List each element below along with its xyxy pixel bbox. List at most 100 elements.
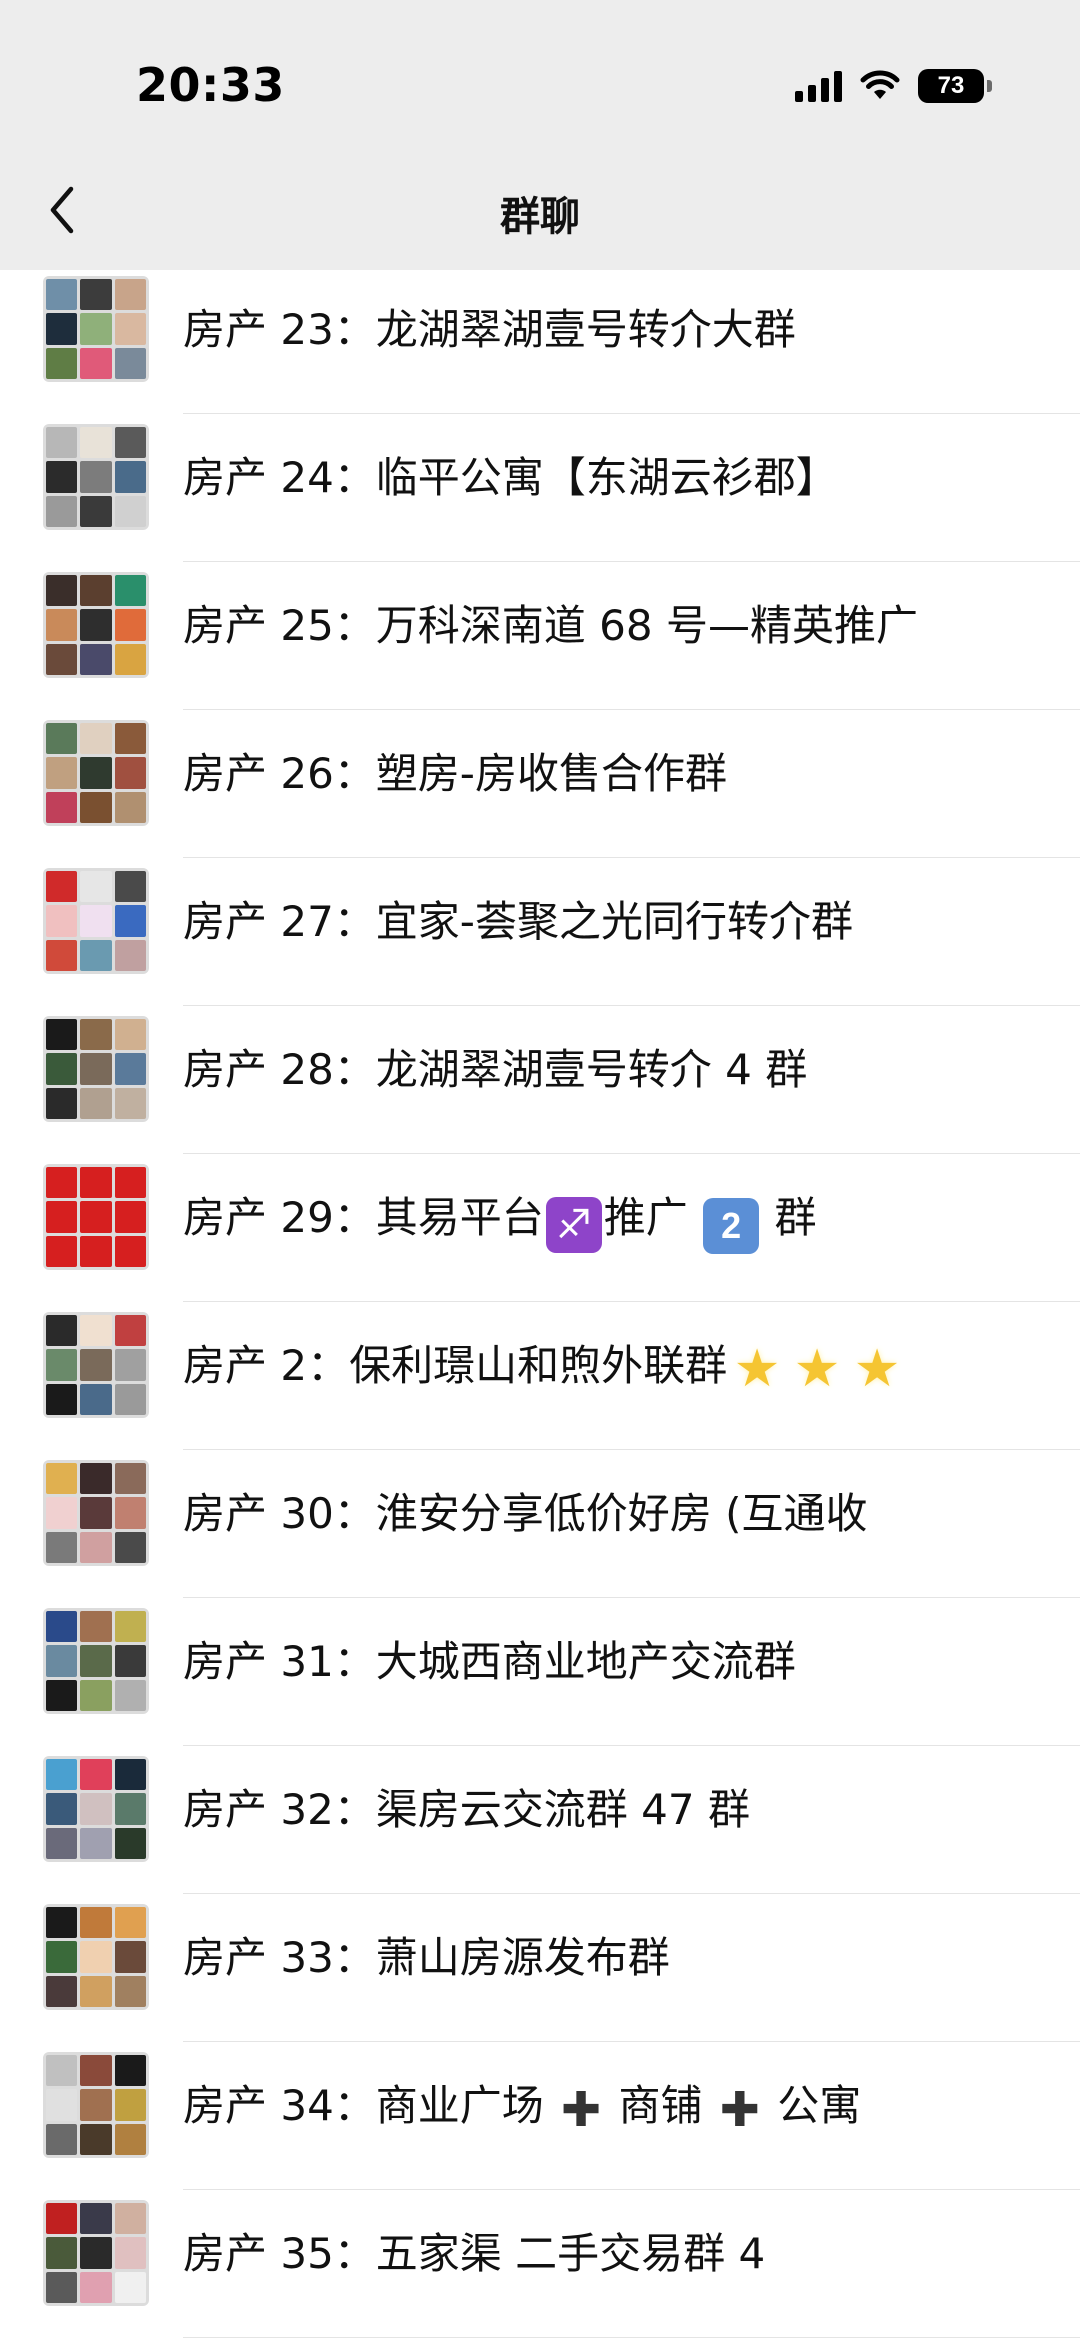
group-chat-row[interactable]: 房产 23：龙湖翠湖壹号转介大群 (0, 270, 1080, 414)
member-avatar-thumb (46, 2089, 78, 2121)
group-chat-row[interactable]: 房产 35：五家渠 二手交易群 4 (0, 2190, 1080, 2338)
member-avatar-thumb (80, 575, 112, 607)
member-avatar-thumb (46, 1349, 78, 1381)
group-chat-name-text: 房产 29：其易平台 (183, 1193, 544, 1242)
group-chat-row[interactable]: 房产 2：保利璟山和煦外联群 ★ ★ ★ (0, 1302, 1080, 1450)
member-avatar-thumb (114, 1759, 146, 1791)
member-avatar-thumb (46, 791, 78, 823)
member-avatar-thumb (114, 495, 146, 527)
star-emoji-icon: ★ (733, 1339, 781, 1399)
group-chat-row[interactable]: 房产 30：淮安分享低价好房 (互通收 (0, 1450, 1080, 1598)
member-avatar-thumb (114, 1019, 146, 1051)
member-avatar-thumb (114, 643, 146, 675)
status-icons: 73 (795, 64, 992, 108)
group-chat-row[interactable]: 房产 25：万科深南道 68 号—精英推广 (0, 562, 1080, 710)
member-avatar-thumb (80, 905, 112, 937)
group-chat-name-text: 房产 27：宜家-荟聚之光同行转介群 (183, 897, 853, 946)
member-avatar-thumb (46, 427, 78, 459)
member-avatar-thumb (46, 2237, 78, 2269)
group-chat-name-text: 房产 23：龙湖翠湖壹号转介大群 (183, 305, 796, 354)
member-avatar-thumb (114, 1679, 146, 1711)
member-avatar-thumb (114, 609, 146, 641)
group-chat-name: 房产 33：萧山房源发布群 (183, 1930, 670, 1986)
group-chat-name-text: 房产 25：万科深南道 68 号—精英推广 (183, 601, 918, 650)
member-avatar-thumb (80, 871, 112, 903)
star-emoji-icon: ★ (853, 1339, 901, 1399)
member-avatar-thumb (80, 609, 112, 641)
member-avatar-thumb (80, 643, 112, 675)
member-avatar-thumb (80, 1315, 112, 1347)
group-avatar (43, 572, 149, 678)
member-avatar-thumb (46, 1531, 78, 1563)
member-avatar-thumb (114, 1053, 146, 1085)
group-chat-name-text: 房产 31：大城西商业地产交流群 (183, 1637, 796, 1686)
group-chat-row[interactable]: 房产 26：塑房-房收售合作群 (0, 710, 1080, 858)
member-avatar-thumb (46, 1315, 78, 1347)
member-avatar-thumb (80, 2055, 112, 2087)
group-chat-name: 房产 28：龙湖翠湖壹号转介 4 群 (183, 1042, 807, 1098)
group-chat-row[interactable]: 房产 31：大城西商业地产交流群 (0, 1598, 1080, 1746)
member-avatar-thumb (46, 1759, 78, 1791)
member-avatar-thumb (80, 1759, 112, 1791)
star-emoji-icon: ★ (793, 1339, 841, 1399)
member-avatar-thumb (46, 1087, 78, 1119)
group-avatar (43, 424, 149, 530)
group-chat-row[interactable]: 房产 34：商业广场 ✚ 商铺 ✚ 公寓 (0, 2042, 1080, 2190)
member-avatar-thumb (46, 461, 78, 493)
member-avatar-thumb (46, 1611, 78, 1643)
member-avatar-thumb (80, 1975, 112, 2007)
group-avatar (43, 1904, 149, 2010)
member-avatar-thumb (114, 1793, 146, 1825)
member-avatar-thumb (46, 1463, 78, 1495)
member-avatar-thumb (80, 1383, 112, 1415)
member-avatar-thumb (80, 1463, 112, 1495)
member-avatar-thumb (46, 643, 78, 675)
member-avatar-thumb (80, 2237, 112, 2269)
group-chat-row[interactable]: 房产 28：龙湖翠湖壹号转介 4 群 (0, 1006, 1080, 1154)
member-avatar-thumb (46, 609, 78, 641)
group-chat-row[interactable]: 房产 32：渠房云交流群 47 群 (0, 1746, 1080, 1894)
member-avatar-thumb (80, 1531, 112, 1563)
group-avatar (43, 276, 149, 382)
member-avatar-thumb (46, 1907, 78, 1939)
member-avatar-thumb (80, 347, 112, 379)
member-avatar-thumb (80, 495, 112, 527)
member-avatar-thumb (80, 313, 112, 345)
member-avatar-thumb (46, 2055, 78, 2087)
member-avatar-thumb (46, 1975, 78, 2007)
group-chat-name-text: 公寓 (763, 2081, 862, 2130)
member-avatar-thumb (114, 1941, 146, 1973)
group-chat-name: 房产 2：保利璟山和煦外联群 ★ ★ ★ (183, 1338, 907, 1397)
member-avatar-thumb (46, 347, 78, 379)
group-chat-name-text: 房产 24：临平公寓【东湖云衫郡】 (183, 453, 838, 502)
group-chat-row[interactable]: 房产 29：其易平台 ♐ 推广 2 群 (0, 1154, 1080, 1302)
member-avatar-thumb (80, 1019, 112, 1051)
member-avatar-thumb (46, 1645, 78, 1677)
member-avatar-thumb (80, 723, 112, 755)
group-chat-name-text: 房产 26：塑房-房收售合作群 (183, 749, 727, 798)
status-time: 20:33 (136, 58, 285, 112)
member-avatar-thumb (80, 1645, 112, 1677)
member-avatar-thumb (114, 791, 146, 823)
member-avatar-thumb (114, 1167, 146, 1199)
group-chat-name-text: 房产 30：淮安分享低价好房 (互通收 (183, 1489, 868, 1538)
group-chat-row[interactable]: 房产 24：临平公寓【东湖云衫郡】 (0, 414, 1080, 562)
group-chat-list[interactable]: 房产 23：龙湖翠湖壹号转介大群 房产 24：临平公寓【东湖云衫郡】房产 25：万… (0, 270, 1080, 2348)
member-avatar-thumb (46, 1019, 78, 1051)
member-avatar-thumb (46, 1793, 78, 1825)
member-avatar-thumb (114, 723, 146, 755)
member-avatar-thumb (114, 1975, 146, 2007)
group-chat-row[interactable]: 房产 27：宜家-荟聚之光同行转介群 (0, 858, 1080, 1006)
member-avatar-thumb (46, 279, 78, 311)
plus-emoji-icon: ✚ (561, 2082, 602, 2138)
member-avatar-thumb (114, 905, 146, 937)
member-avatar-thumb (114, 1235, 146, 1267)
member-avatar-thumb (114, 1349, 146, 1381)
member-avatar-thumb (114, 2123, 146, 2155)
group-avatar (43, 2052, 149, 2158)
member-avatar-thumb (114, 1497, 146, 1529)
member-avatar-thumb (114, 279, 146, 311)
member-avatar-thumb (46, 2123, 78, 2155)
group-chat-name-text: 房产 33：萧山房源发布群 (183, 1933, 670, 1982)
group-chat-row[interactable]: 房产 33：萧山房源发布群 (0, 1894, 1080, 2042)
